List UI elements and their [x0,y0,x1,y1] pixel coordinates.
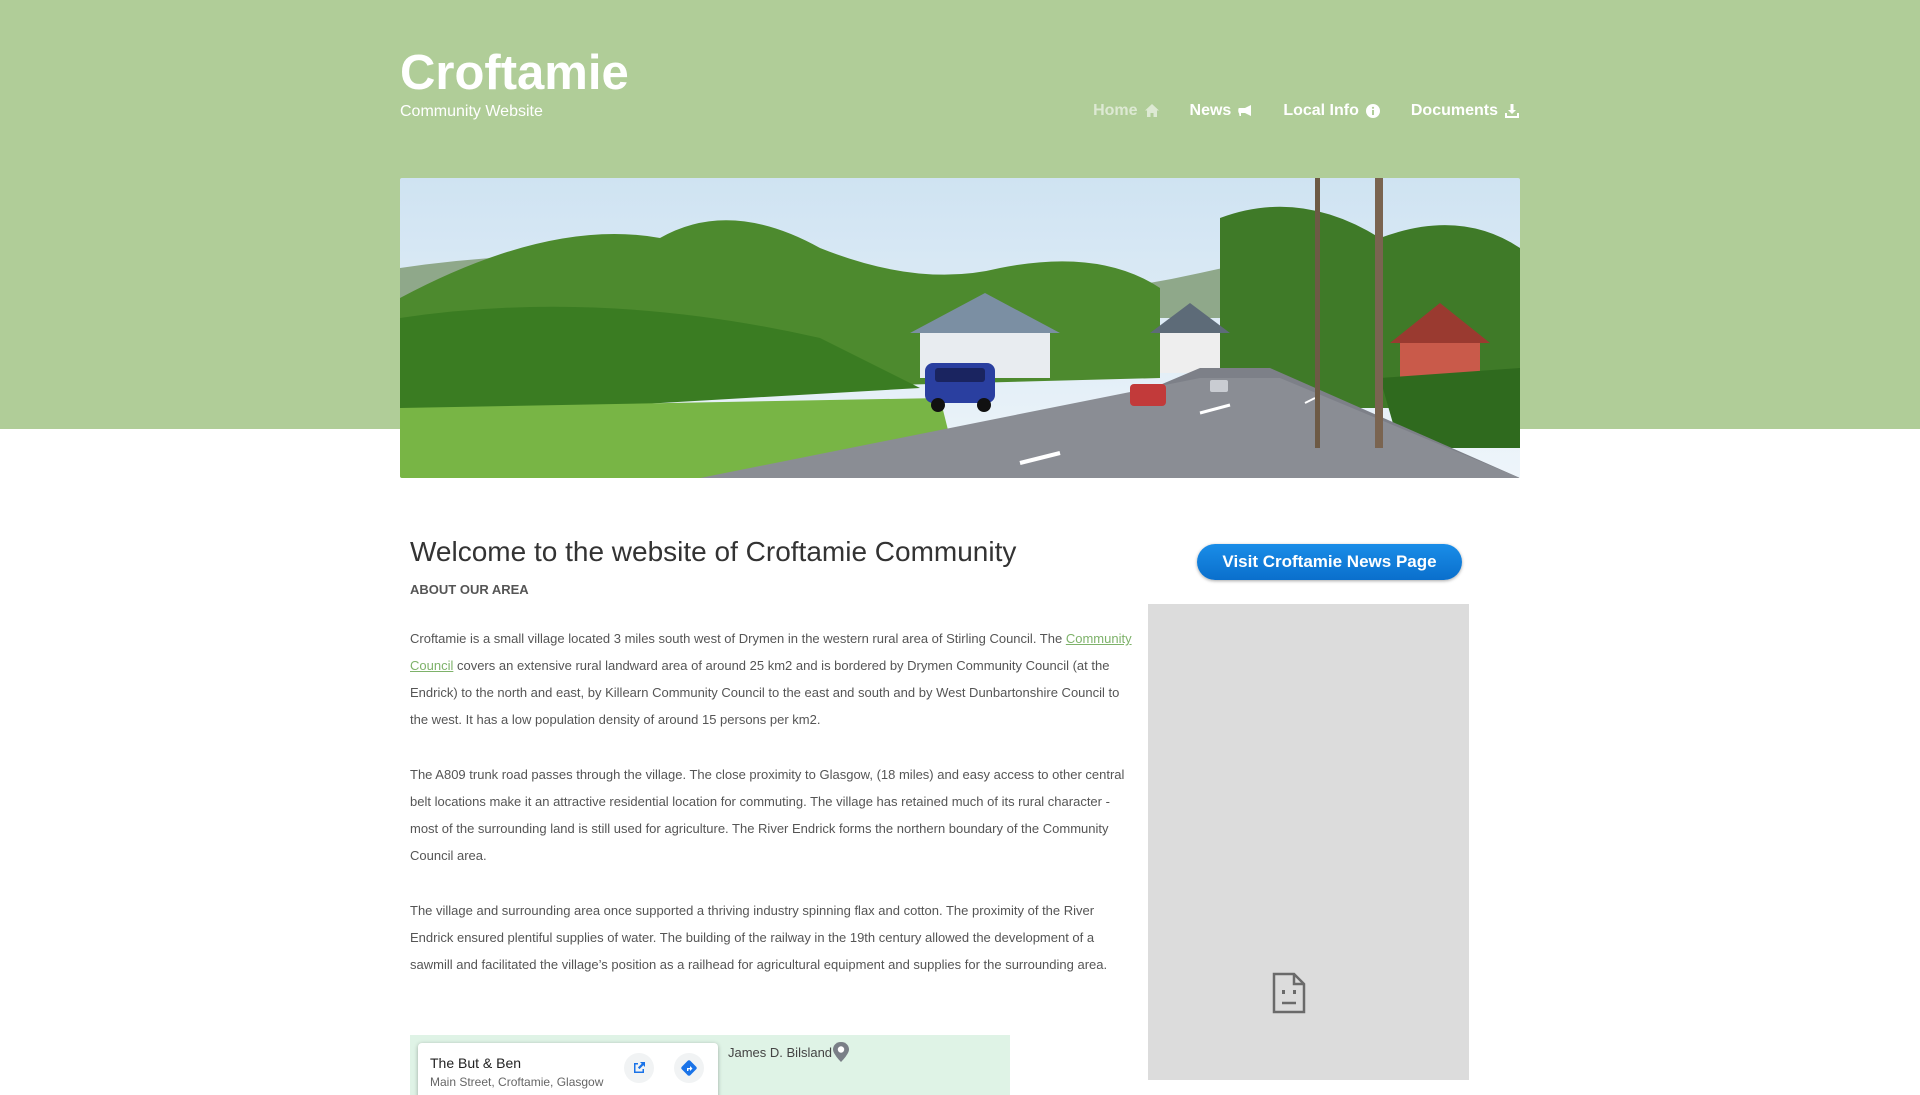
open-in-maps-button[interactable] [624,1053,654,1083]
nav-item-label: News [1189,102,1232,119]
paragraph-2: The A809 trunk road passes through the v… [410,767,1125,863]
visit-news-button[interactable]: Visit Croftamie News Page [1197,544,1462,580]
nav-item-home[interactable]: Home [1093,102,1159,120]
site-subtitle: Community Website [400,103,543,120]
external-link-icon [634,1062,645,1073]
nav-item-news[interactable]: News [1190,102,1254,120]
paragraph-text: covers an extensive rural landward area … [410,658,1120,727]
sidebar-embed-panel [1148,604,1469,1080]
map-pin-icon[interactable] [830,1041,852,1063]
site-title[interactable]: Croftamie [400,44,629,103]
main-content: Welcome to the website of Croftamie Comm… [410,536,1132,978]
nav-item-label: Documents [1410,102,1498,119]
village-road-photo [400,178,1520,478]
paragraph-3: The village and surrounding area once su… [410,903,1108,972]
banner-photo [400,178,1520,478]
map-place-name[interactable]: The But & Ben [430,1055,521,1071]
nav-item-local-info[interactable]: Local Info [1283,102,1381,120]
nav-item-documents[interactable]: Documents [1411,102,1520,120]
nav-item-label: Home [1093,102,1138,119]
directions-icon [681,1060,697,1076]
paragraph-1: Croftamie is a small village located 3 m… [410,625,1132,733]
main-nav: Home News Local Info Documents [1093,102,1520,120]
map-nearby-label: James D. Bilsland [728,1045,833,1060]
embedded-map[interactable]: The But & Ben Main Street, Croftamie, Gl… [410,1035,1010,1095]
map-place-card: The But & Ben Main Street, Croftamie, Gl… [418,1043,718,1095]
megaphone-icon [1238,105,1252,116]
nav-item-label: Local Info [1283,102,1359,119]
directions-button[interactable] [674,1053,704,1083]
broken-document-icon [1272,972,1306,1014]
home-icon [1144,104,1159,117]
page-title: Welcome to the website of Croftamie Comm… [410,536,1017,567]
download-icon [1505,104,1519,118]
section-heading: ABOUT OUR AREA [410,582,529,597]
map-place-address: Main Street, Croftamie, Glasgow [430,1075,604,1089]
info-circle-icon [1365,104,1380,118]
paragraph-text: Croftamie is a small village located 3 m… [410,631,1066,646]
